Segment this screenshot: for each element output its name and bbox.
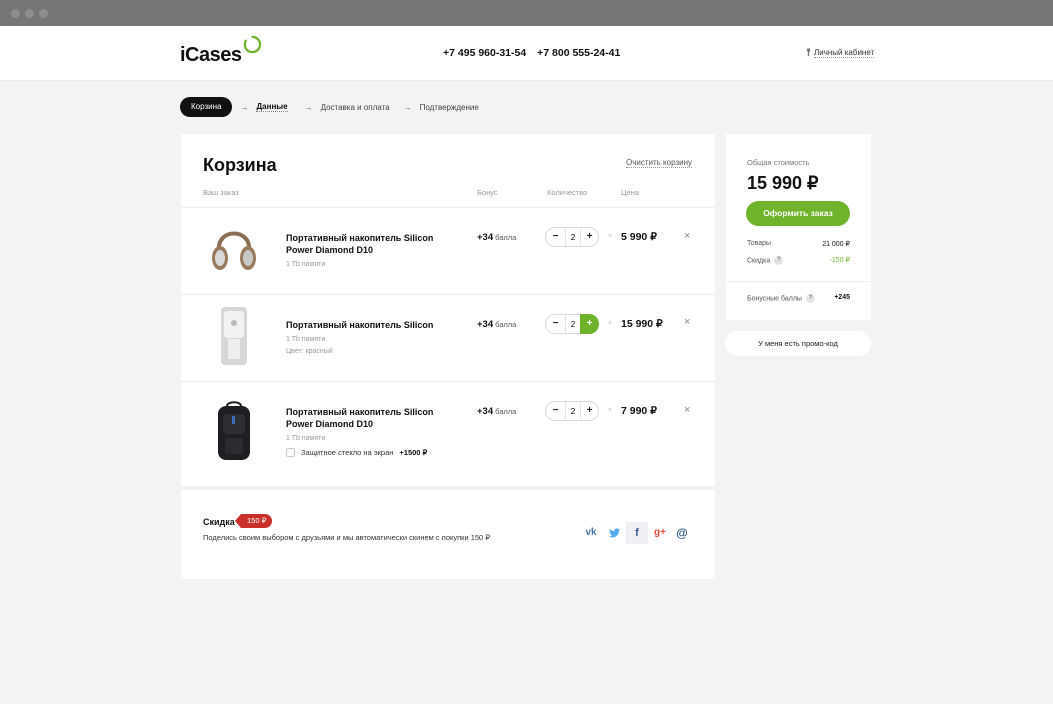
twitter-icon[interactable] xyxy=(603,522,625,544)
product-spec: 1 Tb памяти xyxy=(286,261,326,268)
multiply-icon: × xyxy=(608,407,613,414)
help-icon[interactable]: ? xyxy=(774,256,784,265)
product-price: 15 990 ₽ xyxy=(621,318,663,330)
product-name[interactable]: Портативный накопитель Silicon Power Dia… xyxy=(286,232,456,256)
arrow-right-icon: → xyxy=(240,102,249,112)
window-close-dot[interactable] xyxy=(11,9,20,18)
promo-code-button[interactable]: У меня есть промо-код xyxy=(725,331,871,356)
decrement-button[interactable]: − xyxy=(547,228,564,246)
window-titlebar xyxy=(0,0,1053,26)
remove-item-button[interactable]: × xyxy=(684,404,690,416)
cart-panel: Корзина Очистить корзину Ваш заказ Бонус… xyxy=(181,134,715,486)
logo-ring-icon xyxy=(243,35,262,54)
window-maximize-dot[interactable] xyxy=(39,9,48,18)
quantity-value[interactable]: 2 xyxy=(565,315,581,333)
column-bonus: Бонус xyxy=(477,188,498,197)
quantity-stepper: − 2 + xyxy=(545,227,599,247)
quantity-stepper: − 2 + xyxy=(545,314,599,334)
total-label: Общая стоимость xyxy=(747,158,810,167)
vk-icon[interactable]: vk xyxy=(580,522,602,544)
increment-button[interactable]: + xyxy=(581,228,598,246)
cart-title: Корзина xyxy=(203,155,277,175)
multiply-icon: × xyxy=(608,233,613,240)
step-cart[interactable]: Корзина xyxy=(180,97,233,117)
order-summary: Общая стоимость 15 990 ₽ Оформить заказ … xyxy=(726,134,871,320)
quantity-value[interactable]: 2 xyxy=(565,402,581,420)
total-amount: 15 990 ₽ xyxy=(747,173,819,193)
product-price: 7 990 ₽ xyxy=(621,405,657,417)
discount-description: Поделись своим выбором с друзьями и мы а… xyxy=(203,533,491,542)
divider xyxy=(726,281,871,282)
mail-icon[interactable]: @ xyxy=(671,522,693,544)
remove-item-button[interactable]: × xyxy=(684,230,690,242)
window-minimize-dot[interactable] xyxy=(25,9,34,18)
increment-button[interactable]: + xyxy=(580,314,599,334)
cart-item: Портативный накопитель Silicon Power Dia… xyxy=(181,207,715,294)
option-price: +1500 ₽ xyxy=(399,448,428,457)
clear-cart-link[interactable]: Очистить корзину xyxy=(626,158,692,168)
phone-numbers: +7 495 960-31-54 +7 800 555-24-41 xyxy=(443,47,620,59)
arrow-right-icon: → xyxy=(304,102,313,112)
discount-value: -150 ₽ xyxy=(829,257,850,264)
column-price: Цена xyxy=(621,188,640,197)
headphones-image xyxy=(212,231,256,270)
arrow-right-icon: → xyxy=(403,102,412,112)
site-header: iCases +7 495 960-31-54 +7 800 555-24-41… xyxy=(0,26,1053,81)
increment-button[interactable]: + xyxy=(581,402,598,420)
screen-protector-option[interactable]: Защитное стекло на экран +1500 ₽ xyxy=(286,448,427,457)
discount-title: Скидка xyxy=(203,517,235,527)
multiply-icon: × xyxy=(608,320,613,327)
quantity-value[interactable]: 2 xyxy=(565,228,581,246)
google-plus-icon[interactable]: g+ xyxy=(649,522,671,544)
key-icon xyxy=(806,48,811,56)
discount-badge: 150 ₽ xyxy=(234,514,273,528)
product-name[interactable]: Портативный накопитель Silicon Power Dia… xyxy=(286,406,456,430)
discount-line: Скидка? -150 ₽ xyxy=(747,256,850,265)
cart-item: Портативный накопитель Silicon Power Dia… xyxy=(181,381,715,486)
remove-item-button[interactable]: × xyxy=(684,316,690,328)
help-icon[interactable]: ? xyxy=(805,294,815,303)
speaker-image xyxy=(221,307,247,365)
step-confirm[interactable]: Подтверждение xyxy=(420,103,479,112)
quantity-stepper: − 2 + xyxy=(545,401,599,421)
option-label: Защитное стекло на экран xyxy=(301,448,394,457)
cart-item: Портативный накопитель Silicon 1 Tb памя… xyxy=(181,294,715,381)
step-delivery[interactable]: Доставка и оплата xyxy=(321,103,390,112)
bonus-label: Бонусные баллы xyxy=(747,295,802,303)
column-quantity: Количество xyxy=(547,188,588,197)
checkout-button[interactable]: Оформить заказ xyxy=(746,201,850,226)
goods-label: Товары xyxy=(747,240,772,247)
account-label: Личный кабинет xyxy=(814,48,875,58)
discount-label: Скидка xyxy=(747,257,771,265)
product-color: Цвет: красный xyxy=(286,348,333,355)
goods-line: Товары 21 000 ₽ xyxy=(747,240,850,248)
product-spec: 1 Tb памяти xyxy=(286,336,326,343)
product-name[interactable]: Портативный накопитель Silicon xyxy=(286,319,456,331)
column-order: Ваш заказ xyxy=(203,188,239,197)
checkout-steps: Корзина → Данные → Доставка и оплата → П… xyxy=(180,97,479,117)
decrement-button[interactable]: − xyxy=(547,315,564,333)
product-spec: 1 Tb памяти xyxy=(286,435,326,442)
phone-free[interactable]: +7 800 555-24-41 xyxy=(537,47,620,59)
step-data[interactable]: Данные xyxy=(256,102,288,112)
bonus-line: Бонусные баллы? +245 xyxy=(747,294,850,303)
option-checkbox[interactable] xyxy=(286,448,295,457)
goods-value: 21 000 ₽ xyxy=(822,241,850,248)
logo[interactable]: iCases xyxy=(180,44,242,67)
bonus-value: +245 xyxy=(834,294,850,301)
phone-moscow[interactable]: +7 495 960-31-54 xyxy=(443,47,526,59)
product-bonus: +34 балла xyxy=(477,406,517,417)
account-link[interactable]: Личный кабинет xyxy=(806,48,875,58)
decrement-button[interactable]: − xyxy=(547,402,564,420)
backpack-image xyxy=(218,401,250,460)
product-bonus: +34 балла xyxy=(477,319,517,330)
product-bonus: +34 балла xyxy=(477,232,517,243)
share-discount-panel: Скидка 150 ₽ Поделись своим выбором с др… xyxy=(181,490,715,579)
facebook-icon[interactable]: f xyxy=(626,522,648,544)
product-price: 5 990 ₽ xyxy=(621,231,657,243)
